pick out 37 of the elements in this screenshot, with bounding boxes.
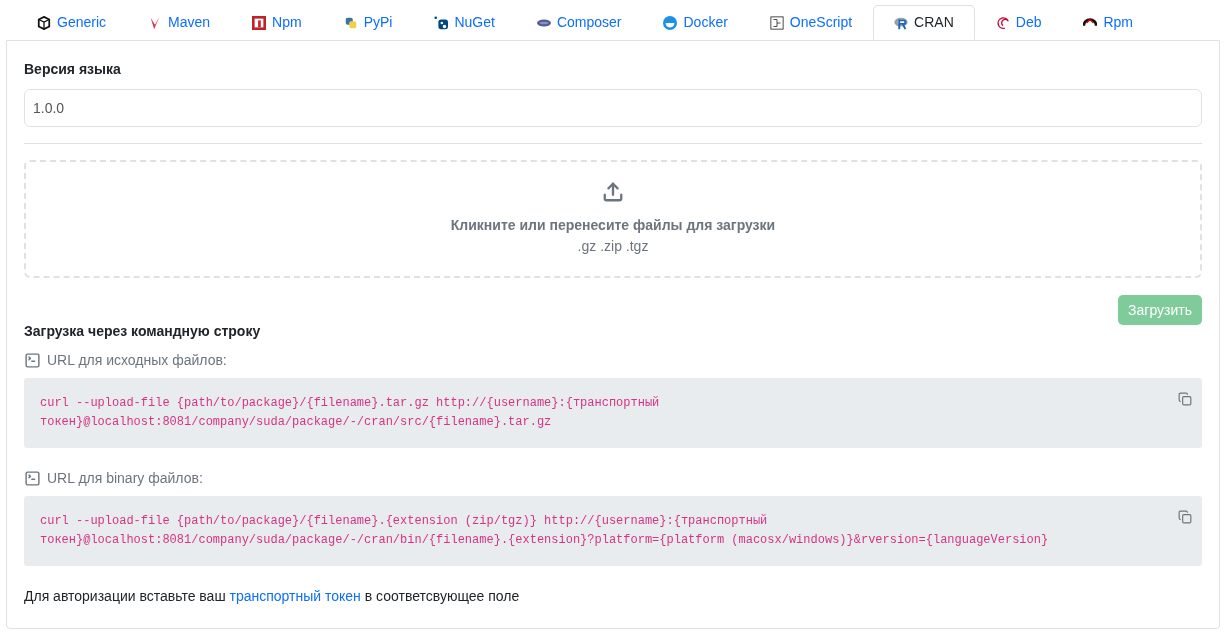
tab-icon	[995, 15, 1010, 30]
dropzone-title: Кликните или перенесите файлы для загрузки	[450, 216, 776, 235]
tab-icon	[37, 15, 51, 30]
footer-text: Для авторизации вставьте ваш	[24, 588, 226, 604]
dropzone[interactable]: Кликните или перенесите файлы для загрузки .gz .zip .tgz	[24, 160, 1202, 278]
tab[interactable]: Maven	[127, 5, 232, 40]
tab-icon	[434, 15, 449, 30]
tab-icon	[769, 15, 784, 30]
tab[interactable]: PyPi	[322, 5, 414, 40]
dropzone-extensions: .gz .zip .tgz	[577, 237, 649, 256]
tab[interactable]: Npm	[231, 5, 323, 40]
footer-text: в соответсвующее поле	[364, 588, 520, 604]
tab[interactable]: Generic	[16, 5, 128, 40]
command-text: curl --upload-file {path/to/package}/{filename}.tar.gz http://{username}:{транспортный токен}@localhost:8081/company/suda/package/-/cran/src/{filename}.tar.gz	[40, 395, 661, 431]
copy-icon[interactable]	[1178, 392, 1192, 406]
tab[interactable]: Deb	[974, 5, 1063, 40]
tab[interactable]: Rpm	[1062, 5, 1154, 40]
tab-icon	[894, 15, 909, 30]
tab[interactable]: NuGet	[413, 5, 516, 40]
terminal-icon	[24, 352, 41, 369]
token-link[interactable]: транспортный токен	[229, 588, 361, 604]
tab[interactable]: Docker	[642, 5, 749, 40]
terminal-icon	[24, 470, 41, 487]
copy-icon[interactable]	[1178, 510, 1192, 524]
tab-icon	[343, 15, 358, 30]
field-label: Версия языка	[24, 60, 122, 79]
url-label: URL для исходных файлов:	[47, 351, 227, 370]
tab-icon	[663, 15, 678, 30]
tab[interactable]: Composer	[515, 5, 643, 40]
command-text: curl --upload-file {path/to/package}/{filename}.{extension (zip/tgz)} http://{username}:{транспортный токен}@localhost:8081/company/suda/package/-/cran/bin/{filename}.{extension}?platform={platform (macosx/windows)}&rversion={languageVersion}	[40, 513, 1050, 549]
tab[interactable]: OneScript	[748, 5, 874, 40]
tab-icon	[252, 15, 267, 30]
tab[interactable]: CRAN	[873, 5, 975, 40]
section-title: Загрузка через командную строку	[24, 322, 262, 341]
upload-icon	[602, 181, 624, 203]
url-label: URL для binary файлов:	[47, 469, 203, 488]
version-field[interactable]: 1.0.0	[24, 89, 1202, 127]
